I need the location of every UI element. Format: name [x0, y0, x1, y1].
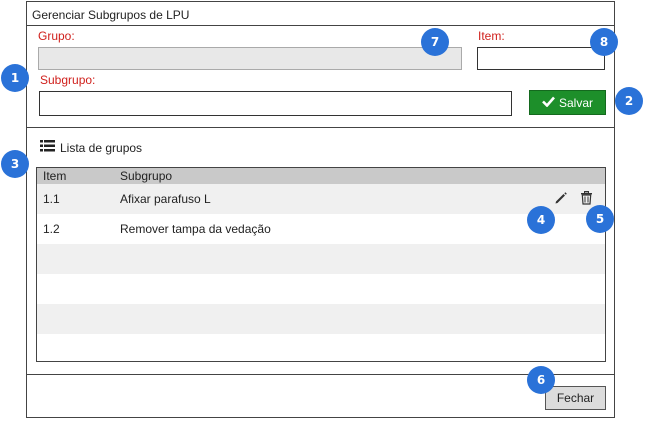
annotation-badge-1: 1	[1, 64, 29, 92]
trash-icon[interactable]	[580, 191, 593, 208]
list-title: Lista de grupos	[60, 140, 143, 155]
title-divider	[27, 25, 614, 26]
annotation-badge-4: 4	[527, 206, 555, 234]
close-button[interactable]: Fechar	[545, 386, 606, 410]
column-header-item: Item	[43, 169, 67, 183]
empty-row	[37, 244, 605, 274]
empty-row	[37, 334, 605, 361]
column-header-subgrupo: Subgrupo	[120, 169, 173, 183]
list-section-title: Lista de grupos	[40, 140, 142, 155]
grupo-field[interactable]	[38, 47, 462, 70]
grupo-label: Grupo:	[38, 29, 75, 43]
cell-item: 1.2	[43, 222, 60, 236]
manage-subgroups-dialog: Gerenciar Subgrupos de LPU Grupo: Item: …	[26, 1, 615, 418]
subgrupo-field[interactable]	[39, 91, 512, 116]
item-label: Item:	[478, 29, 505, 43]
annotation-badge-8: 8	[590, 28, 618, 56]
save-button-label: Salvar	[558, 95, 593, 110]
footer-divider	[27, 374, 614, 375]
cell-item: 1.1	[43, 192, 60, 206]
dialog-title: Gerenciar Subgrupos de LPU	[32, 8, 190, 22]
table-row[interactable]: 1.1 Afixar parafuso L	[37, 184, 605, 214]
list-icon	[40, 140, 55, 155]
annotation-badge-5: 5	[586, 205, 614, 233]
row-actions	[554, 191, 593, 208]
annotation-badge-6: 6	[527, 366, 555, 394]
save-button[interactable]: Salvar	[529, 90, 606, 115]
empty-row	[37, 304, 605, 334]
form-divider	[27, 127, 614, 128]
empty-row	[37, 274, 605, 304]
annotation-badge-7: 7	[421, 28, 449, 56]
table-row[interactable]: 1.2 Remover tampa da vedação	[37, 214, 605, 244]
subgrupo-label: Subgrupo:	[40, 73, 96, 87]
table-header: Item Subgrupo	[37, 168, 605, 184]
annotation-badge-2: 2	[615, 87, 643, 115]
pencil-icon[interactable]	[554, 191, 568, 208]
check-icon	[542, 96, 555, 110]
item-field[interactable]	[477, 47, 605, 70]
groups-table: Item Subgrupo 1.1 Afixar parafuso L 1.2 …	[36, 167, 606, 362]
cell-subgrupo: Afixar parafuso L	[120, 192, 211, 206]
annotation-badge-3: 3	[1, 150, 29, 178]
